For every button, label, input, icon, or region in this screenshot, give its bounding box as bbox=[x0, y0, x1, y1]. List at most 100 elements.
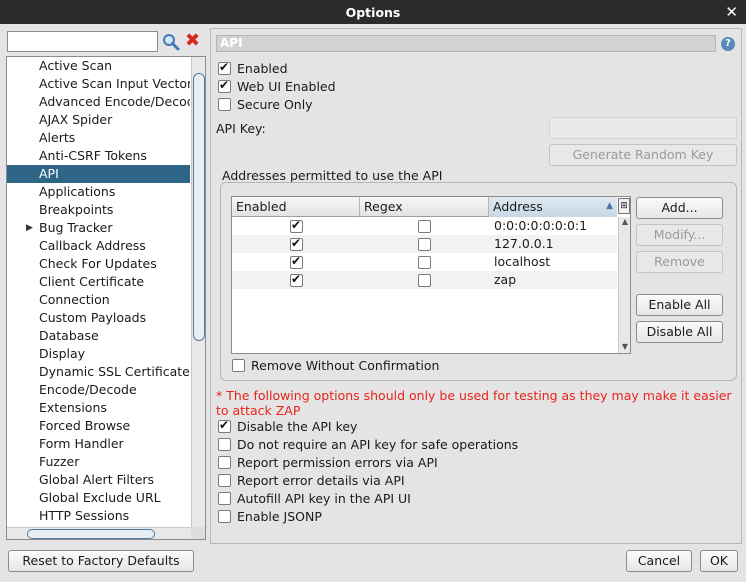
remove-address-button[interactable]: Remove bbox=[636, 251, 723, 273]
no-api-key-safe-ops-label: Do not require an API key for safe opera… bbox=[237, 436, 519, 452]
tree-item[interactable]: Applications bbox=[7, 183, 190, 201]
tree-item[interactable]: Advanced Encode/Decode bbox=[7, 93, 190, 111]
api-key-input[interactable] bbox=[549, 117, 737, 139]
window-titlebar: Options ✕ bbox=[0, 0, 746, 24]
report-permission-errors-checkbox-box[interactable] bbox=[218, 455, 231, 469]
tree-item-label: Breakpoints bbox=[39, 202, 114, 217]
tree-item[interactable]: API bbox=[7, 165, 190, 183]
enable-jsonp-checkbox-box[interactable] bbox=[218, 509, 231, 523]
tree-item[interactable]: Forced Browse bbox=[7, 417, 190, 435]
tree-item-label: Bug Tracker bbox=[39, 220, 113, 235]
table-row[interactable]: 127.0.0.1 bbox=[232, 235, 617, 253]
cancel-button[interactable]: Cancel bbox=[626, 550, 692, 572]
reset-to-factory-defaults-button[interactable]: Reset to Factory Defaults bbox=[8, 550, 194, 572]
tree-item-label: Global Exclude URL bbox=[39, 490, 161, 505]
ok-button[interactable]: OK bbox=[700, 550, 738, 572]
expand-arrow-icon[interactable]: ▶ bbox=[26, 219, 33, 237]
tree-item[interactable]: Check For Updates bbox=[7, 255, 190, 273]
tree-item[interactable]: Display bbox=[7, 345, 190, 363]
scroll-up-icon[interactable]: ▲ bbox=[619, 217, 630, 229]
remove-without-confirmation-checkbox[interactable]: Remove Without Confirmation bbox=[232, 356, 439, 374]
tree-item[interactable]: Dynamic SSL Certificates bbox=[7, 363, 190, 381]
column-header-enabled[interactable]: Enabled bbox=[232, 197, 360, 217]
panel-title: API bbox=[216, 35, 716, 52]
tree-item[interactable]: Active Scan bbox=[7, 57, 190, 75]
search-icon[interactable] bbox=[162, 33, 180, 51]
disable-api-key-checkbox[interactable]: Disable the API key bbox=[218, 417, 357, 435]
tree-item-label: Form Handler bbox=[39, 436, 124, 451]
tree-item[interactable]: Global Alert Filters bbox=[7, 471, 190, 489]
row-address: localhost bbox=[494, 254, 551, 269]
row-regex-checkbox[interactable] bbox=[418, 220, 431, 233]
row-enabled-checkbox[interactable] bbox=[290, 218, 303, 233]
table-row[interactable]: zap bbox=[232, 271, 617, 289]
remove-without-confirmation-box[interactable] bbox=[232, 358, 245, 372]
column-header-regex[interactable]: Regex bbox=[360, 197, 489, 217]
no-api-key-safe-ops-checkbox[interactable]: Do not require an API key for safe opera… bbox=[218, 435, 518, 453]
tree-item-label: Active Scan bbox=[39, 58, 113, 73]
tree-vertical-scroll-thumb[interactable] bbox=[193, 73, 205, 341]
report-error-details-checkbox-box[interactable] bbox=[218, 473, 231, 487]
row-enabled-checkbox[interactable] bbox=[290, 272, 303, 287]
row-address: zap bbox=[494, 272, 517, 287]
secure-only-checkbox[interactable]: Secure Only bbox=[218, 95, 313, 113]
column-header-address[interactable]: Address ▲ bbox=[489, 197, 617, 217]
enable-all-button[interactable]: Enable All bbox=[636, 294, 723, 316]
generate-random-key-button[interactable]: Generate Random Key bbox=[549, 144, 737, 166]
row-regex-checkbox[interactable] bbox=[418, 274, 431, 287]
enabled-checkbox[interactable]: Enabled bbox=[218, 59, 288, 77]
clear-search-icon[interactable]: ✖ bbox=[185, 32, 203, 50]
secure-only-checkbox-box[interactable] bbox=[218, 97, 231, 111]
tree-item[interactable]: Connection bbox=[7, 291, 190, 309]
tree-item[interactable]: Custom Payloads bbox=[7, 309, 190, 327]
table-header: Enabled Regex Address ▲ bbox=[232, 197, 617, 217]
tree-horizontal-scroll-thumb[interactable] bbox=[27, 529, 155, 539]
api-key-label: API Key: bbox=[216, 121, 266, 136]
column-control-icon[interactable]: ⊞ bbox=[618, 198, 630, 214]
modify-address-button[interactable]: Modify... bbox=[636, 224, 723, 246]
add-address-button[interactable]: Add... bbox=[636, 197, 723, 219]
close-icon[interactable]: ✕ bbox=[725, 3, 738, 21]
tree-item[interactable]: Client Certificate bbox=[7, 273, 190, 291]
tree-item[interactable]: Global Exclude URL bbox=[7, 489, 190, 507]
help-icon[interactable]: ? bbox=[721, 37, 735, 51]
no-api-key-safe-ops-checkbox-box[interactable] bbox=[218, 437, 231, 451]
tree-horizontal-scrollbar[interactable] bbox=[7, 527, 191, 539]
scroll-down-icon[interactable]: ▼ bbox=[619, 342, 630, 353]
row-enabled-checkbox[interactable] bbox=[290, 236, 303, 251]
table-row[interactable]: 0:0:0:0:0:0:0:1 bbox=[232, 217, 617, 235]
disable-api-key-checkbox-box[interactable] bbox=[218, 418, 231, 433]
tree-item[interactable]: ▶ Bug Tracker bbox=[7, 219, 190, 237]
tree-item[interactable]: Callback Address bbox=[7, 237, 190, 255]
row-enabled-checkbox[interactable] bbox=[290, 254, 303, 269]
tree-item[interactable]: Encode/Decode bbox=[7, 381, 190, 399]
autofill-api-key-checkbox-box[interactable] bbox=[218, 491, 231, 505]
window-title: Options bbox=[345, 4, 401, 20]
tree-item[interactable]: Form Handler bbox=[7, 435, 190, 453]
tree-item[interactable]: Extensions bbox=[7, 399, 190, 417]
tree-item[interactable]: Active Scan Input Vectors bbox=[7, 75, 190, 93]
tree-item[interactable]: Fuzzer bbox=[7, 453, 190, 471]
tree-item[interactable]: Alerts bbox=[7, 129, 190, 147]
tree-vertical-scrollbar[interactable] bbox=[191, 57, 205, 527]
report-error-details-checkbox[interactable]: Report error details via API bbox=[218, 471, 405, 489]
tree-item[interactable]: Database bbox=[7, 327, 190, 345]
tree-item-label: Check For Updates bbox=[39, 256, 157, 271]
tree-item[interactable]: Anti-CSRF Tokens bbox=[7, 147, 190, 165]
table-row[interactable]: localhost bbox=[232, 253, 617, 271]
web-ui-enabled-checkbox[interactable]: Web UI Enabled bbox=[218, 77, 336, 95]
row-regex-checkbox[interactable] bbox=[418, 238, 431, 251]
report-permission-errors-checkbox[interactable]: Report permission errors via API bbox=[218, 453, 438, 471]
tree-item[interactable]: Breakpoints bbox=[7, 201, 190, 219]
web-ui-checkbox-box[interactable] bbox=[218, 78, 231, 93]
tree-item[interactable]: AJAX Spider bbox=[7, 111, 190, 129]
enabled-checkbox-box[interactable] bbox=[218, 60, 231, 75]
row-address: 127.0.0.1 bbox=[494, 236, 554, 251]
autofill-api-key-checkbox[interactable]: Autofill API key in the API UI bbox=[218, 489, 411, 507]
row-regex-checkbox[interactable] bbox=[418, 256, 431, 269]
table-vertical-scrollbar[interactable]: ▲ ▼ bbox=[618, 217, 630, 353]
enable-jsonp-checkbox[interactable]: Enable JSONP bbox=[218, 507, 322, 525]
tree-item[interactable]: HTTP Sessions bbox=[7, 507, 190, 525]
search-input[interactable] bbox=[7, 31, 158, 52]
disable-all-button[interactable]: Disable All bbox=[636, 321, 723, 343]
